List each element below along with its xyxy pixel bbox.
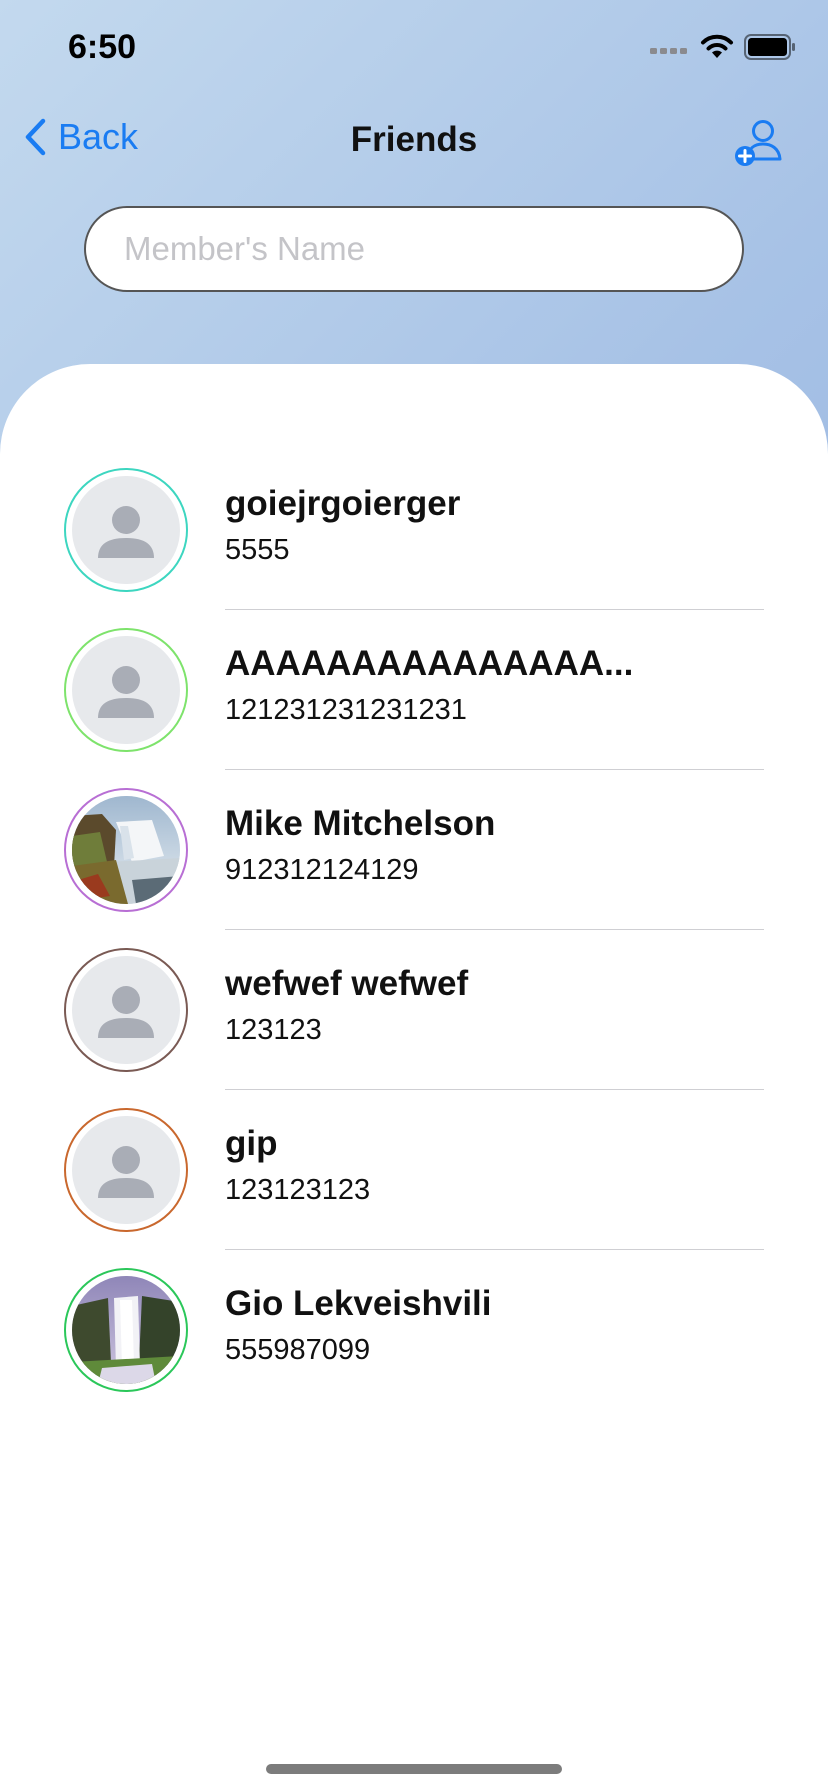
friend-name: gip bbox=[225, 1124, 278, 1163]
avatar bbox=[72, 796, 180, 904]
friends-list: goiejrgoierger 5555 AAAAAAAAAAAAAAA... 1… bbox=[0, 450, 828, 1410]
avatar bbox=[72, 636, 180, 744]
friend-phone: 123123 bbox=[225, 1014, 322, 1046]
friend-row[interactable]: wefwef wefwef 123123 bbox=[0, 930, 828, 1090]
friend-name: Gio Lekveishvili bbox=[225, 1284, 492, 1323]
friend-name: AAAAAAAAAAAAAAA... bbox=[225, 644, 634, 683]
friend-phone: 123123123 bbox=[225, 1174, 371, 1206]
friend-phone: 5555 bbox=[225, 534, 290, 566]
waterfall-photo bbox=[72, 796, 180, 904]
add-friend-button[interactable] bbox=[734, 118, 786, 170]
friend-name: Mike Mitchelson bbox=[225, 804, 496, 843]
person-placeholder-icon bbox=[98, 666, 154, 718]
avatar bbox=[72, 1116, 180, 1224]
friend-row[interactable]: goiejrgoierger 5555 bbox=[0, 450, 828, 610]
avatar-ring bbox=[64, 948, 188, 1072]
friends-sheet: goiejrgoierger 5555 AAAAAAAAAAAAAAA... 1… bbox=[0, 364, 828, 1792]
friends-screen: 6:50 Back Friends Member's Name goiejrgo… bbox=[0, 0, 828, 1792]
friend-name: goiejrgoierger bbox=[225, 484, 461, 523]
page-title: Friends bbox=[350, 120, 478, 159]
battery-icon bbox=[744, 34, 795, 60]
friend-phone: 555987099 bbox=[225, 1334, 371, 1366]
add-person-icon bbox=[735, 120, 782, 166]
status-time: 6:50 bbox=[68, 28, 137, 66]
avatar-ring bbox=[64, 1268, 188, 1392]
friend-phone: 121231231231231 bbox=[225, 694, 467, 726]
friend-row[interactable]: AAAAAAAAAAAAAAA... 121231231231231 bbox=[0, 610, 828, 770]
status-icons bbox=[650, 34, 796, 60]
friend-row[interactable]: Gio Lekveishvili 555987099 bbox=[0, 1250, 828, 1410]
friend-phone: 912312124129 bbox=[225, 854, 419, 886]
wifi-icon bbox=[701, 34, 733, 58]
avatar bbox=[72, 476, 180, 584]
avatar-ring bbox=[64, 1108, 188, 1232]
member-name-input[interactable] bbox=[86, 208, 742, 290]
waterfall-photo bbox=[72, 1276, 180, 1384]
cellular-signal-icon bbox=[650, 48, 687, 54]
friend-row[interactable]: Mike Mitchelson 912312124129 bbox=[0, 770, 828, 930]
avatar bbox=[72, 956, 180, 1064]
avatar-ring bbox=[64, 628, 188, 752]
person-placeholder-icon bbox=[98, 1146, 154, 1198]
friend-name: wefwef wefwef bbox=[225, 964, 469, 1003]
person-placeholder-icon bbox=[98, 986, 154, 1038]
search-field bbox=[84, 206, 744, 292]
avatar-ring bbox=[64, 788, 188, 912]
friend-row[interactable]: gip 123123123 bbox=[0, 1090, 828, 1250]
person-placeholder-icon bbox=[98, 506, 154, 558]
avatar bbox=[72, 1276, 180, 1384]
avatar-ring bbox=[64, 468, 188, 592]
home-indicator[interactable] bbox=[266, 1764, 562, 1774]
